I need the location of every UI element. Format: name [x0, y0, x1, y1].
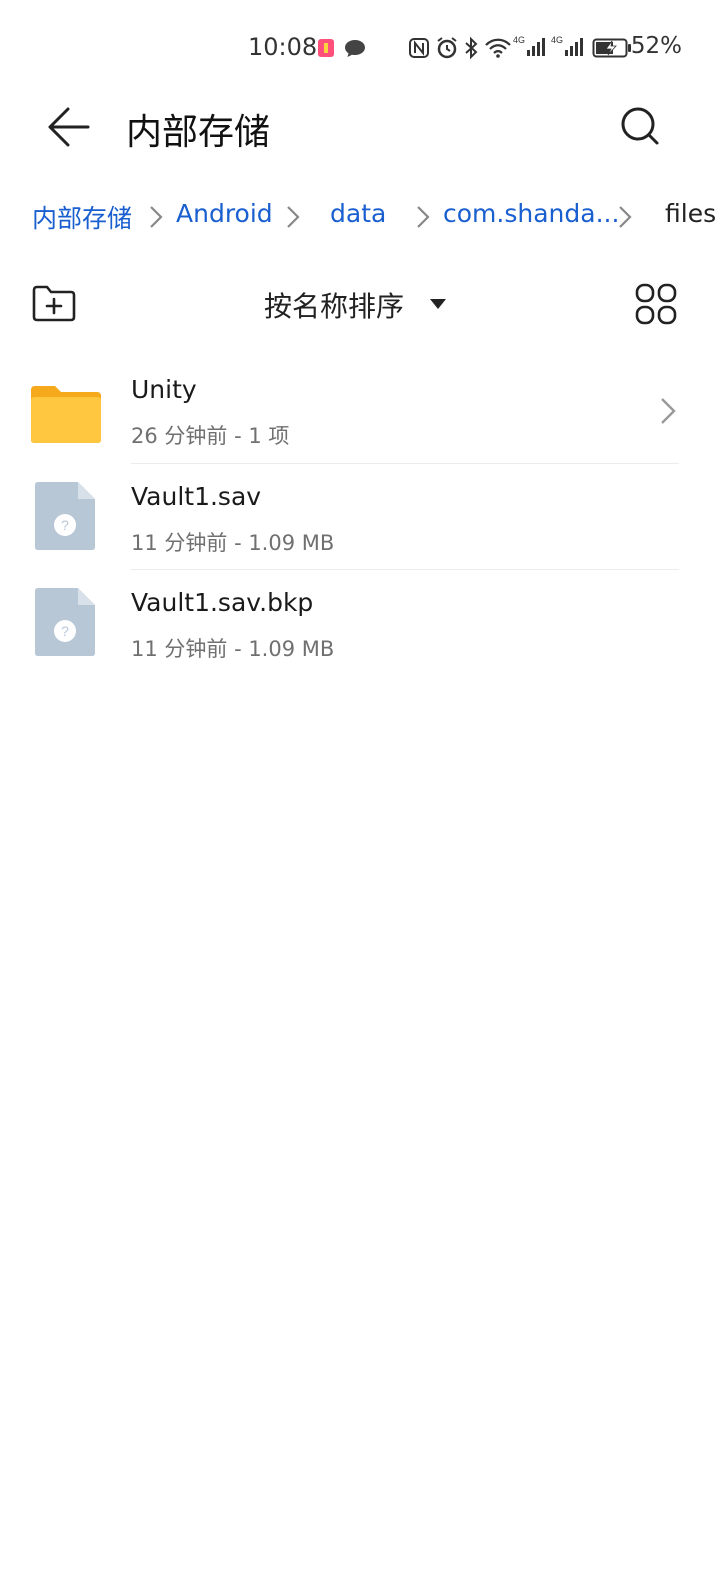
grid-view-icon — [635, 283, 677, 325]
unknown-file-icon: ? — [35, 482, 95, 550]
grid-view-button[interactable] — [634, 282, 678, 326]
breadcrumb-item-package[interactable]: com.shanda... — [443, 199, 619, 228]
breadcrumb-item-files: files — [665, 199, 717, 228]
bluetooth-icon — [463, 36, 479, 64]
new-folder-icon — [32, 285, 76, 322]
battery-charging-icon — [592, 37, 632, 63]
list-item-vault1-sav[interactable]: ? Vault1.sav 11 分钟前 - 1.09 MB — [0, 465, 720, 569]
file-meta: 11 分钟前 - 1.09 MB — [131, 637, 335, 661]
signal-2-icon: 4G — [551, 34, 585, 62]
svg-text:?: ? — [61, 623, 69, 639]
file-name: Unity — [131, 375, 197, 404]
search-button[interactable] — [618, 104, 664, 150]
divider — [131, 569, 679, 570]
breadcrumb-current-clip: files — [665, 199, 720, 233]
file-name: Vault1.sav — [131, 482, 262, 511]
sort-label: 按名称排序 — [264, 290, 405, 323]
status-time: 10:08 — [248, 33, 318, 61]
chevron-right-icon — [417, 206, 430, 228]
chevron-right-icon — [619, 206, 632, 228]
list-item-unity[interactable]: Unity 26 分钟前 - 1 项 — [0, 358, 720, 464]
wifi-icon — [484, 38, 512, 62]
app-notification-icon — [316, 37, 336, 63]
new-folder-button[interactable] — [30, 282, 78, 326]
breadcrumb-item-internal-storage[interactable]: 内部存储 — [32, 199, 132, 235]
search-icon — [621, 107, 659, 145]
alarm-icon — [435, 36, 459, 64]
file-meta: 26 分钟前 - 1 项 — [131, 424, 290, 448]
unknown-file-icon: ? — [35, 588, 95, 656]
divider — [131, 463, 679, 464]
breadcrumb-item-android[interactable]: Android — [176, 199, 273, 228]
battery-percent: 52% — [630, 33, 682, 59]
signal-1-icon: 4G — [513, 34, 547, 62]
page-title: 内部存储 — [126, 112, 271, 153]
nfc-icon — [408, 37, 430, 63]
chevron-right-icon — [150, 206, 163, 228]
list-item-vault1-sav-bkp[interactable]: ? Vault1.sav.bkp 11 分钟前 - 1.09 MB — [0, 571, 720, 675]
folder-icon — [31, 386, 101, 443]
svg-text:?: ? — [61, 517, 69, 533]
breadcrumb-item-data[interactable]: data — [330, 199, 386, 228]
svg-text:4G: 4G — [551, 35, 563, 45]
file-meta: 11 分钟前 - 1.09 MB — [131, 531, 335, 555]
chevron-right-icon — [287, 206, 300, 228]
message-icon — [344, 38, 366, 62]
back-button[interactable] — [44, 104, 94, 150]
chevron-right-icon — [661, 398, 676, 424]
file-name: Vault1.sav.bkp — [131, 588, 314, 617]
caret-down-icon — [430, 299, 446, 309]
signal-1-label: 4G — [513, 35, 525, 45]
back-arrow-icon — [48, 107, 90, 147]
